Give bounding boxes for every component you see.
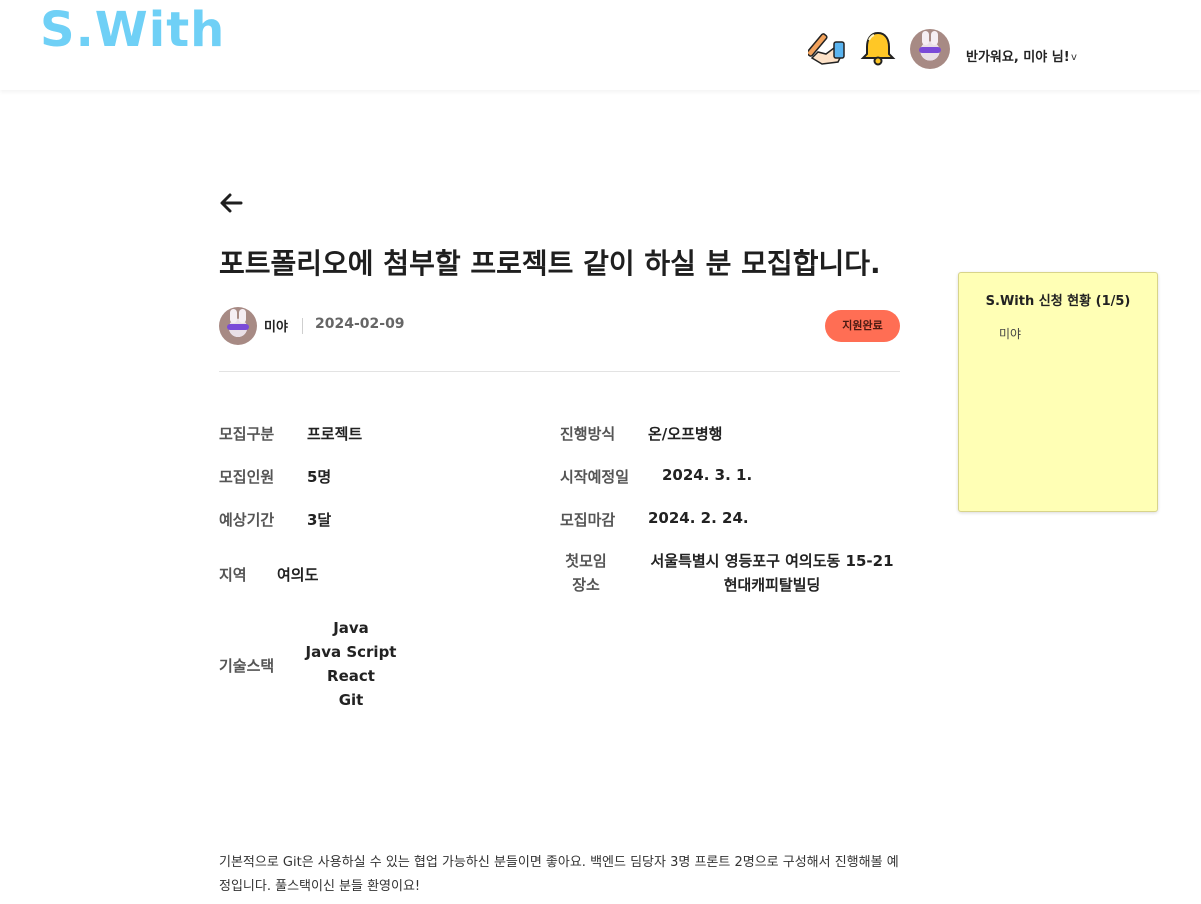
applicant-item: 미야 (999, 327, 1022, 341)
back-arrow-icon[interactable] (218, 190, 244, 216)
author-avatar (219, 307, 257, 345)
logo[interactable]: S.With (40, 2, 225, 58)
tech-stack-item: React (327, 667, 375, 685)
avatar-ear (239, 309, 246, 323)
avatar-ear (931, 31, 938, 45)
status-badge[interactable]: 지원완료 (825, 310, 900, 342)
method-value: 온/오프병행 (648, 425, 723, 443)
greeting-text[interactable]: 반가워요, 미야 님! (966, 46, 1070, 65)
deadline-label: 모집마감 (560, 511, 616, 529)
meeting-place-label-line: 장소 (572, 576, 600, 594)
meeting-place-building: 현대캐피탈빌딩 (723, 576, 821, 594)
pencil-hand-icon[interactable] (808, 28, 848, 68)
avatar-glasses (919, 47, 941, 53)
post-title: 포트폴리오에 첨부할 프로젝트 같이 하실 분 모집합니다. (219, 247, 881, 280)
top-header: S.With 반가워요, 미야 님! v (0, 0, 1201, 90)
meeting-place-value: 서울특별시 영등포구 여의도동 15-21 현대캐피탈빌딩 (640, 549, 904, 597)
region-label: 지역 (219, 566, 247, 584)
headcount-label: 모집인원 (219, 468, 275, 486)
headcount-value: 5명 (307, 468, 332, 486)
tech-stack-label: 기술스택 (219, 657, 275, 675)
avatar-glasses (227, 324, 249, 330)
post-description: 기본적으로 Git은 사용하실 수 있는 협업 가능하신 분들이면 좋아요. 백… (219, 855, 899, 894)
post-date: 2024-02-09 (315, 316, 405, 332)
meta-divider (302, 318, 303, 334)
application-status-panel: S.With 신청 현황 (1/5) 미야 (958, 272, 1158, 512)
deadline-value: 2024. 2. 24. (648, 509, 749, 527)
meeting-place-label-line: 첫모임 (565, 552, 607, 570)
tech-stack-item: Java Script (305, 643, 397, 661)
meeting-place-label: 첫모임 장소 (556, 549, 616, 597)
category-value: 프로젝트 (307, 425, 363, 443)
divider (219, 371, 900, 372)
method-label: 진행방식 (560, 425, 616, 443)
user-avatar[interactable] (910, 29, 950, 69)
tech-stack-item: Git (338, 691, 364, 709)
tech-stack-list: Java Java Script React Git (300, 616, 402, 712)
tech-stack-item: Java (333, 619, 369, 637)
category-label: 모집구분 (219, 425, 275, 443)
region-value: 여의도 (277, 566, 319, 584)
duration-value: 3달 (307, 511, 332, 529)
start-date-label: 시작예정일 (560, 468, 630, 486)
author-name: 미야 (264, 320, 288, 335)
duration-label: 예상기간 (219, 511, 275, 529)
meeting-place-address: 서울특별시 영등포구 여의도동 15-21 (650, 552, 894, 570)
bell-icon[interactable] (858, 28, 898, 68)
chevron-down-icon[interactable]: v (1071, 52, 1077, 63)
avatar-ear (230, 309, 237, 323)
avatar-ear (922, 31, 929, 45)
application-status-title: S.With 신청 현황 (1/5) (985, 294, 1131, 309)
start-date-value: 2024. 3. 1. (662, 466, 753, 484)
